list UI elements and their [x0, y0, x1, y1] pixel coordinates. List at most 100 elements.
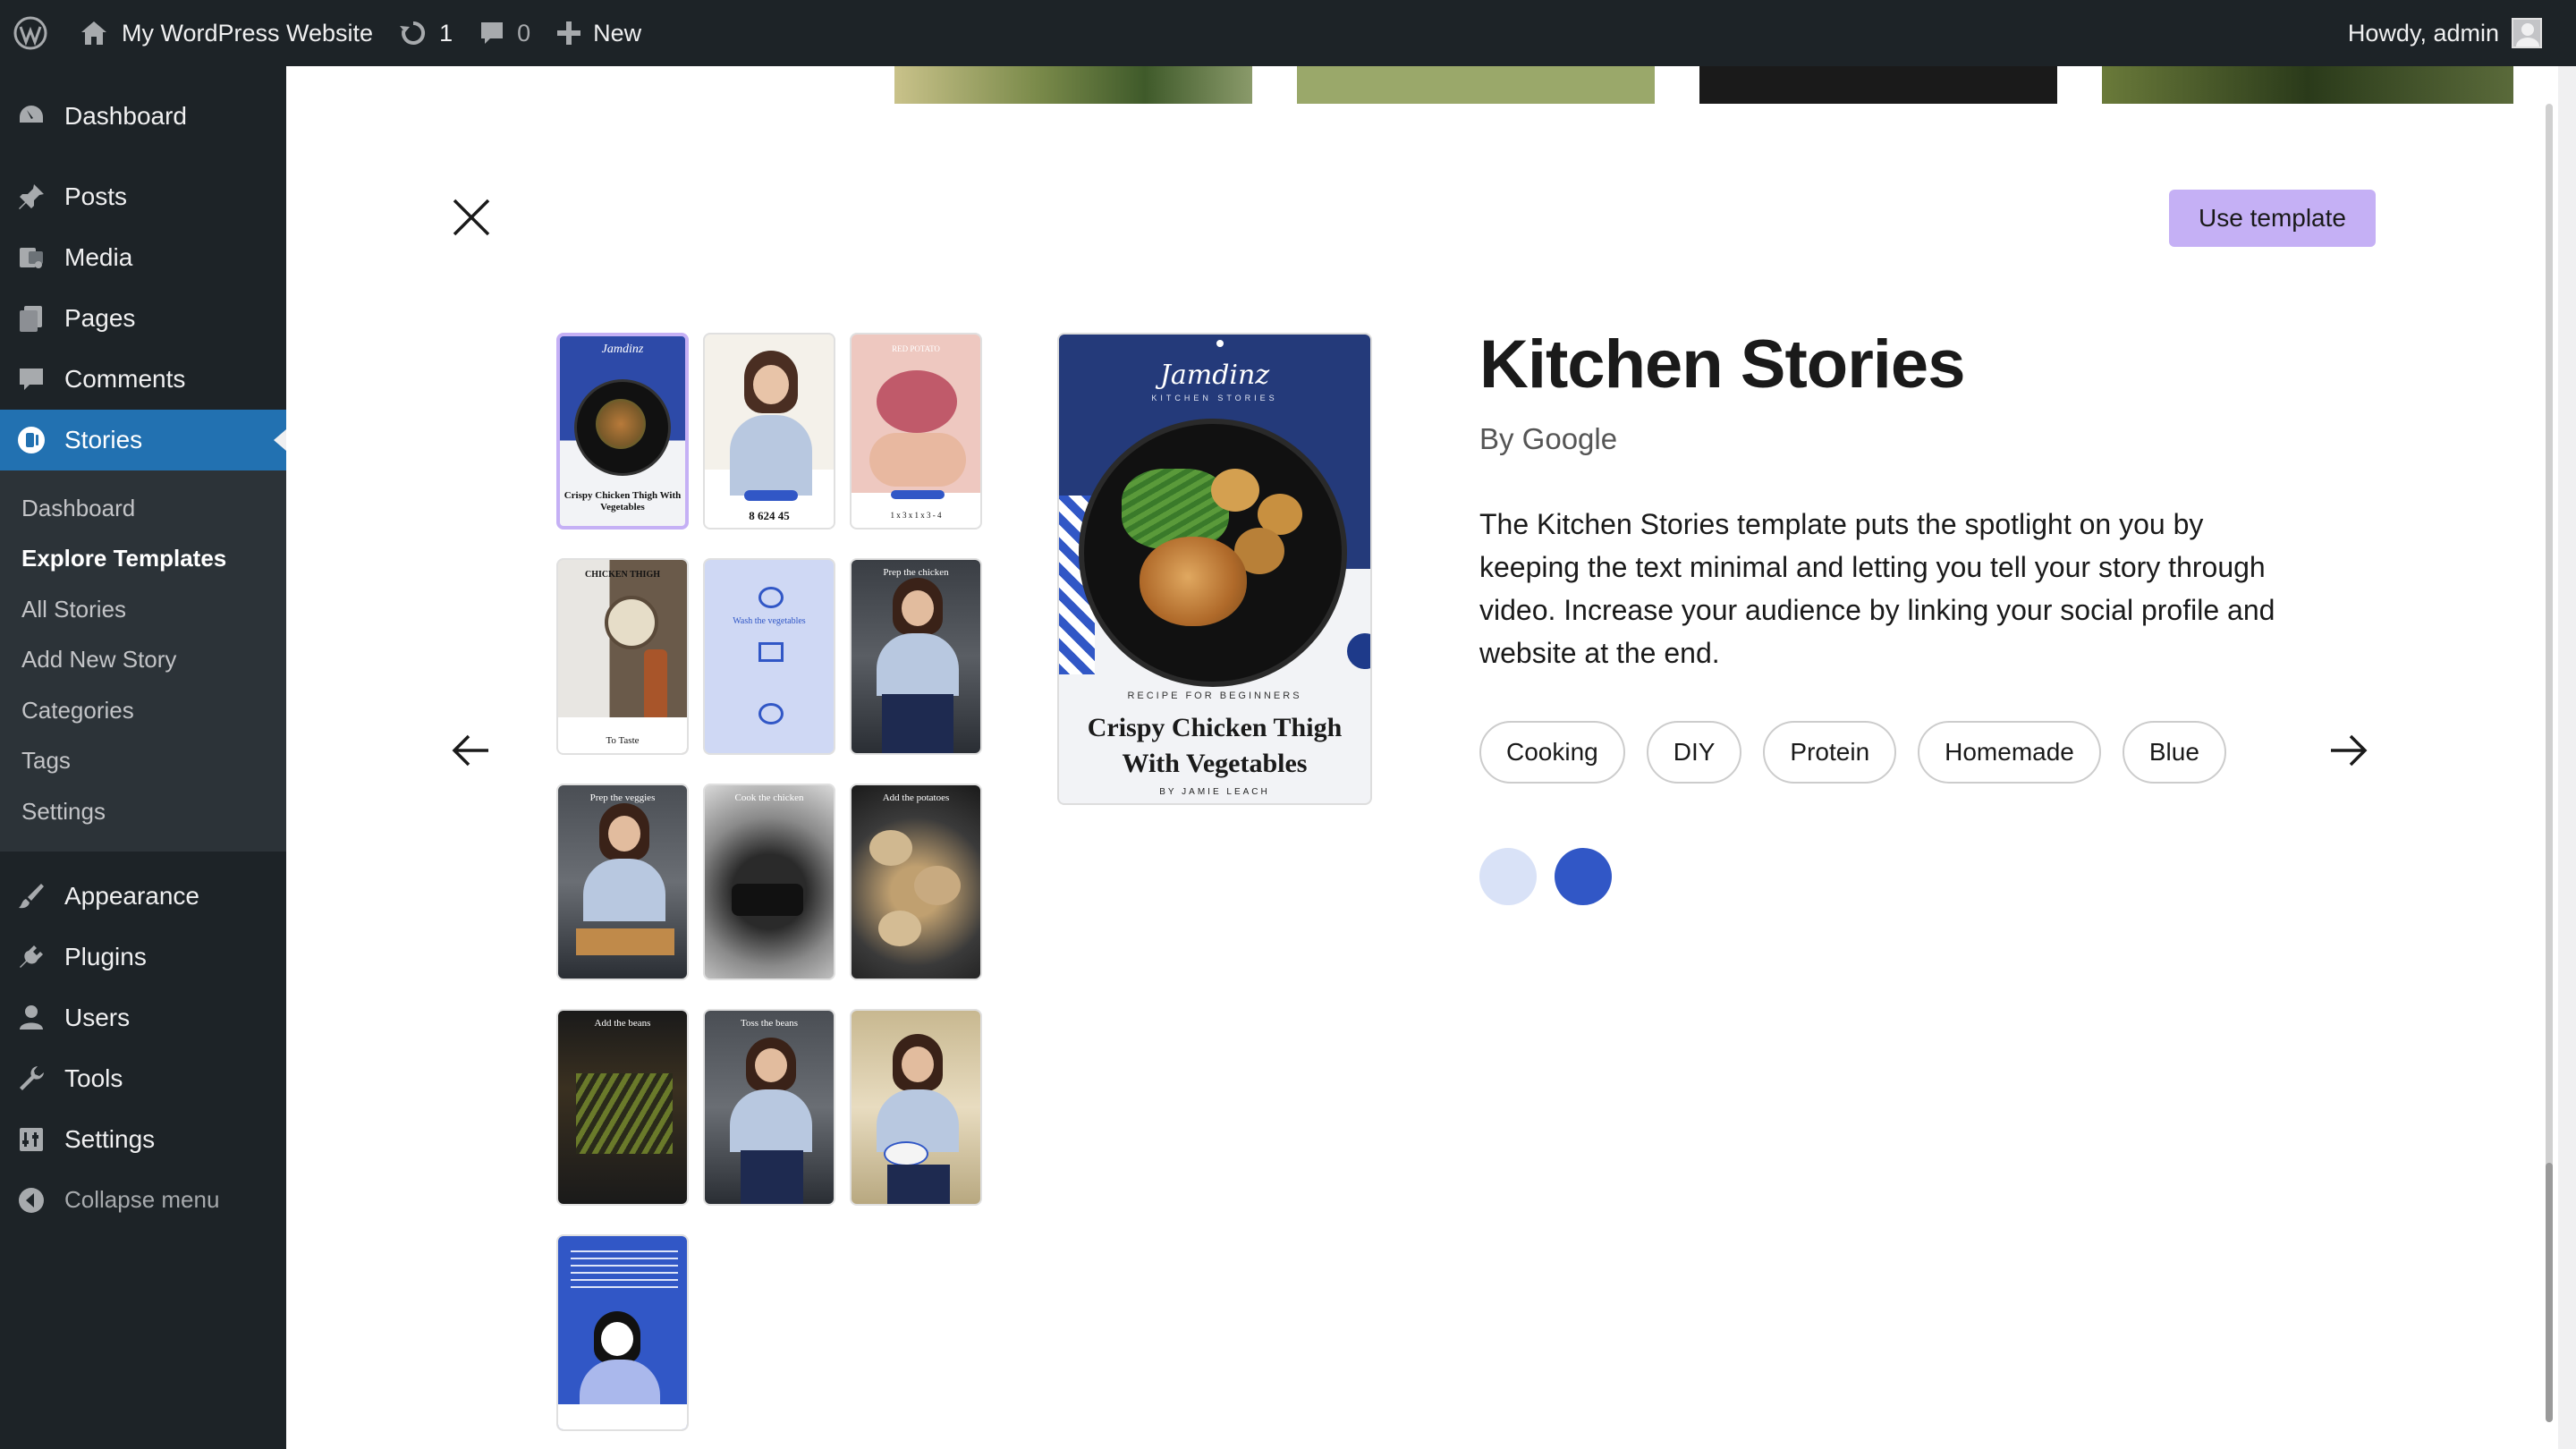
page-thumbnail-3[interactable]: RED POTATO 1 x 3 x 1 x 3 - 4 — [850, 333, 982, 530]
stories-icon — [16, 425, 47, 455]
new-content-link[interactable]: New — [543, 0, 654, 66]
plugin-icon — [16, 942, 47, 972]
admin-sidebar: Dashboard Posts Media Pages Comments Sto… — [0, 66, 286, 1449]
menu-label: Plugins — [64, 942, 147, 970]
thumbnail-label: Toss the beans — [741, 1018, 798, 1029]
thumbnail-label: Crispy Chicken Thigh With Vegetables — [564, 490, 682, 513]
page-thumbnail-10[interactable]: Add the beans — [556, 1009, 689, 1206]
submenu-explore-templates[interactable]: Explore Templates — [0, 534, 286, 585]
page-thumbnail-5[interactable]: Wash the vegetables — [703, 558, 835, 755]
thumbnail-label: Wash the vegetables — [733, 616, 806, 626]
submenu-categories[interactable]: Categories — [0, 685, 286, 736]
comments-link[interactable]: 0 — [465, 0, 543, 66]
preview-brand: Jamdinz — [1159, 360, 1270, 391]
avatar — [2512, 18, 2542, 48]
page-thumbnail-1[interactable]: Jamdinz Crispy Chicken Thigh With Vegeta… — [556, 333, 689, 530]
dashboard-icon — [16, 101, 47, 131]
template-description: The Kitchen Stories template puts the sp… — [1479, 508, 2275, 669]
arrow-left-icon — [452, 734, 488, 767]
submenu-settings[interactable]: Settings — [0, 786, 286, 837]
thumbnail-label: Add the potatoes — [882, 792, 950, 803]
template-byline: By Google — [1479, 422, 1618, 455]
menu-label: Tools — [64, 1063, 123, 1092]
template-details-modal: Use template Jamdinz Crispy Chicken Thig… — [286, 104, 2540, 1449]
menu-label: Settings — [64, 1124, 156, 1153]
tag-diy[interactable]: DIY — [1646, 721, 1742, 784]
preview-author: BY JAMIE LEACH — [1159, 787, 1270, 797]
collapse-menu-button[interactable]: Collapse menu — [0, 1170, 286, 1231]
menu-appearance[interactable]: Appearance — [0, 866, 286, 927]
potato-image — [1211, 469, 1259, 512]
thumbnail-label: CHICKEN THIGH — [585, 570, 660, 580]
plus-icon — [557, 21, 581, 45]
menu-settings[interactable]: Settings — [0, 1109, 286, 1170]
menu-pages[interactable]: Pages — [0, 288, 286, 349]
thumbnail-label: Prep the chicken — [883, 567, 949, 578]
new-label: New — [593, 19, 642, 47]
template-tags: Cooking DIY Protein Homemade Blue — [1479, 721, 2248, 784]
tag-protein[interactable]: Protein — [1763, 721, 1897, 784]
account-menu[interactable]: Howdy, admin — [2335, 0, 2555, 66]
use-template-button[interactable]: Use template — [2169, 190, 2376, 247]
menu-label: Users — [64, 1003, 131, 1031]
menu-users[interactable]: Users — [0, 987, 286, 1048]
previous-template-button[interactable] — [451, 730, 492, 771]
submenu-dashboard[interactable]: Dashboard — [0, 483, 286, 534]
page-thumbnail-8[interactable]: Cook the chicken — [703, 784, 835, 980]
comment-icon — [16, 364, 47, 394]
submenu-all-stories[interactable]: All Stories — [0, 584, 286, 635]
brush-icon — [16, 881, 47, 911]
thumbnail-label: Jamdinz — [601, 343, 644, 356]
page-thumbnail-13[interactable] — [556, 1234, 689, 1431]
tag-blue[interactable]: Blue — [2122, 721, 2226, 784]
howdy-label: Howdy, admin — [2347, 19, 2499, 47]
thumbnail-label: To Taste — [606, 735, 640, 746]
user-icon — [16, 1003, 47, 1033]
tag-homemade[interactable]: Homemade — [1918, 721, 2101, 784]
next-template-button[interactable] — [2327, 730, 2368, 771]
page-thumbnail-9[interactable]: Add the potatoes — [850, 784, 982, 980]
menu-label: Posts — [64, 182, 128, 210]
refresh-icon — [400, 21, 426, 45]
chicken-image — [1140, 537, 1247, 626]
page-thumbnail-12[interactable] — [850, 1009, 982, 1206]
menu-comments[interactable]: Comments — [0, 349, 286, 410]
submenu-tags[interactable]: Tags — [0, 736, 286, 787]
background-template-grid — [286, 66, 2558, 104]
menu-label: Stories — [64, 426, 143, 453]
menu-label: Pages — [64, 304, 136, 332]
menu-plugins[interactable]: Plugins — [0, 927, 286, 987]
pin-icon — [16, 182, 47, 212]
submenu-add-new-story[interactable]: Add New Story — [0, 635, 286, 686]
site-name-link[interactable]: My WordPress Website — [66, 0, 386, 66]
page-thumbnail-7[interactable]: Prep the veggies — [556, 784, 689, 980]
menu-tools[interactable]: Tools — [0, 1048, 286, 1109]
menu-stories[interactable]: Stories — [0, 410, 286, 470]
thumbnail-label: Add the beans — [594, 1018, 651, 1029]
tag-cooking[interactable]: Cooking — [1479, 721, 1625, 784]
scrollbar-thumb[interactable] — [2546, 1163, 2553, 1422]
arrow-right-icon — [2331, 734, 2368, 767]
home-icon — [81, 21, 106, 45]
updates-count: 1 — [439, 19, 453, 47]
menu-posts[interactable]: Posts — [0, 166, 286, 227]
close-button[interactable] — [451, 197, 492, 238]
template-title: Kitchen Stories — [1479, 326, 1965, 402]
bowl-image — [1347, 633, 1370, 669]
updates-link[interactable]: 1 — [386, 0, 465, 66]
page-thumbnail-2[interactable]: 8 624 45 — [703, 333, 835, 530]
menu-dashboard[interactable]: Dashboard — [0, 86, 286, 147]
settings-icon — [16, 1124, 47, 1155]
page-thumbnail-11[interactable]: Toss the beans — [703, 1009, 835, 1206]
menu-label: Appearance — [64, 881, 200, 910]
wrench-icon — [16, 1063, 47, 1094]
background-card — [1699, 66, 2057, 104]
page-thumbnail-6[interactable]: Prep the chicken — [850, 558, 982, 755]
wordpress-logo-icon[interactable] — [0, 0, 66, 66]
thumbnail-label: 8 624 45 — [749, 509, 790, 522]
page-thumbnail-4[interactable]: CHICKEN THIGH To Taste — [556, 558, 689, 755]
menu-media[interactable]: Media — [0, 227, 286, 288]
background-card — [894, 66, 1252, 104]
admin-bar: My WordPress Website 1 0 New Howdy, admi… — [0, 0, 2576, 66]
stories-submenu: Dashboard Explore Templates All Stories … — [0, 470, 286, 852]
